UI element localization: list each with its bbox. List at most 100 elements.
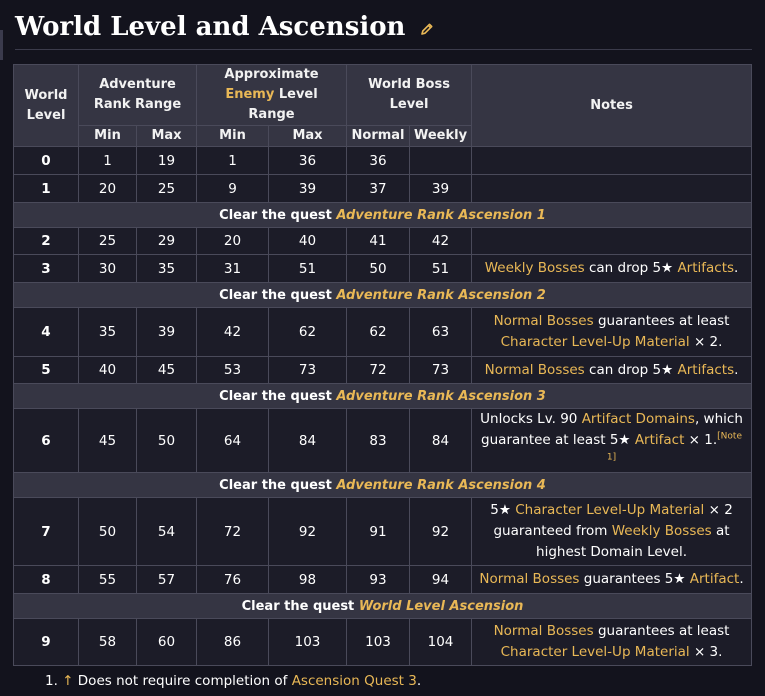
quest-row: Clear the quest Adventure Rank Ascension… xyxy=(12,472,753,498)
wiki-link[interactable]: Normal Bosses xyxy=(479,571,579,587)
quest-cell: Clear the quest Adventure Rank Ascension… xyxy=(12,383,753,409)
table-row: 7 50 54 72 92 91 92 5★ Character Level-Up Mater… xyxy=(13,497,753,566)
quest-link[interactable]: Adventure Rank Ascension 1 xyxy=(336,208,545,223)
notes-cell: Weekly Bosses can drop 5★ Artifacts. xyxy=(471,254,753,283)
table-row: 0 1 19 1 36 36 xyxy=(13,146,753,175)
boss-normal-cell: 62 xyxy=(346,307,411,357)
wiki-link[interactable]: Artifact xyxy=(635,432,685,448)
wiki-link[interactable]: Character Level-Up Material xyxy=(501,334,690,350)
quest-link[interactable]: Adventure Rank Ascension 3 xyxy=(336,389,545,404)
enemy-max-cell: 98 xyxy=(267,565,348,594)
enemy-max-cell: 51 xyxy=(267,254,348,283)
footnote-number: 1. xyxy=(45,673,58,689)
wiki-link[interactable]: Artifacts xyxy=(677,260,734,276)
note-text: guarantees 5★ xyxy=(579,571,690,587)
quest-row: Clear the quest World Level Ascension xyxy=(12,593,753,619)
quest-prefix: Clear the quest xyxy=(219,287,337,303)
header-weekly-link[interactable]: Weekly xyxy=(409,125,473,147)
notes-cell: 5★ Character Level-Up Material × 2 guaran… xyxy=(471,497,753,566)
header-approx-enemy-level: Approximate Enemy Level Range xyxy=(195,64,348,126)
ar-max-cell: 35 xyxy=(136,254,197,283)
note-text: can drop 5★ xyxy=(584,361,678,378)
world-level-cell: 1 xyxy=(13,174,79,203)
note-text: . xyxy=(734,260,739,276)
table-row: 8 55 57 76 98 93 94 Normal Bosses guarantees 5★… xyxy=(13,565,753,594)
world-level-cell: 6 xyxy=(13,408,79,473)
ar-min-cell: 40 xyxy=(78,356,137,384)
wiki-link[interactable]: Weekly Bosses xyxy=(612,523,712,539)
quest-link[interactable]: Adventure Rank Ascension 4 xyxy=(336,478,545,493)
quest-row: Clear the quest Adventure Rank Ascension… xyxy=(12,282,753,308)
wiki-link[interactable]: Normal Bosses xyxy=(494,313,594,329)
header-ar-max: Max xyxy=(136,125,197,147)
ar-min-cell: 55 xyxy=(78,565,137,594)
boss-weekly-cell: 92 xyxy=(409,497,473,566)
note-text: can drop 5★ xyxy=(584,260,678,276)
quest-prefix: Clear the quest xyxy=(219,388,337,404)
enemy-min-cell: 9 xyxy=(196,174,269,203)
wiki-link[interactable]: Normal Bosses xyxy=(485,362,585,378)
note-text: × 2 xyxy=(704,502,733,518)
notes-cell: Normal Bosses guarantees at least Charact… xyxy=(471,618,753,666)
wiki-link[interactable]: Artifact xyxy=(690,571,740,587)
note-text: . xyxy=(734,361,739,378)
enemy-min-cell: 53 xyxy=(196,356,269,384)
ar-max-cell: 19 xyxy=(136,146,197,175)
ar-max-cell: 29 xyxy=(136,227,197,255)
wiki-link[interactable]: Character Level-Up Material xyxy=(515,502,704,518)
boss-weekly-cell: 42 xyxy=(409,227,473,255)
world-level-cell: 3 xyxy=(13,254,79,283)
boss-weekly-cell: 63 xyxy=(409,307,473,357)
quest-link[interactable]: World Level Ascension xyxy=(359,599,524,614)
note-text: guarantees at least xyxy=(593,313,730,329)
wiki-link[interactable]: Artifacts xyxy=(678,362,735,378)
header-enemy-max: Max xyxy=(267,125,348,147)
ar-max-cell: 50 xyxy=(136,408,197,473)
enemy-min-cell: 42 xyxy=(196,307,269,357)
note-text: guarantee at least 5★ xyxy=(481,432,635,448)
enemy-min-cell: 86 xyxy=(196,618,269,666)
notes-cell: Normal Bosses guarantees at least Charact… xyxy=(471,307,753,357)
note-text: highest Domain Level. xyxy=(536,544,688,560)
table-row: 4 35 39 42 62 62 63 Normal Bosses guarantees at… xyxy=(13,307,753,357)
table-row: 1 20 25 9 39 37 39 xyxy=(13,174,753,203)
quest-link[interactable]: Adventure Rank Ascension 2 xyxy=(336,288,545,303)
header-normal-link[interactable]: Normal xyxy=(346,125,411,147)
quest-prefix: Clear the quest xyxy=(219,207,337,223)
table-row: 9 58 60 86 103 103 104 Normal Bosses guarantees… xyxy=(13,618,753,666)
ar-max-cell: 54 xyxy=(136,497,197,566)
enemy-min-cell: 20 xyxy=(196,227,269,255)
enemy-max-cell: 84 xyxy=(267,408,348,473)
world-level-cell: 4 xyxy=(13,307,79,357)
header-notes: Notes xyxy=(471,64,753,147)
enemy-link[interactable]: Enemy xyxy=(225,87,274,102)
header-world-boss-level: World Boss Level xyxy=(346,64,473,126)
world-level-cell: 8 xyxy=(13,565,79,594)
quest-prefix: Clear the quest xyxy=(219,477,337,493)
boss-weekly-cell xyxy=(409,146,473,175)
boss-normal-cell: 83 xyxy=(346,408,411,473)
ar-max-cell: 57 xyxy=(136,565,197,594)
boss-normal-cell: 36 xyxy=(346,146,411,175)
note-text: × 1. xyxy=(684,432,718,448)
boss-normal-cell: 93 xyxy=(346,565,411,594)
ar-min-cell: 30 xyxy=(78,254,137,283)
pencil-icon[interactable] xyxy=(420,22,434,36)
header-row-top: World Level Adventure Rank Range Approxi… xyxy=(13,64,753,147)
enemy-min-cell: 76 xyxy=(196,565,269,594)
note-text: at xyxy=(711,523,730,539)
boss-normal-cell: 50 xyxy=(346,254,411,283)
note-text: guaranteed from xyxy=(493,523,612,539)
table-body: 0 1 19 1 36 36 1 20 25 9 39 37 39 Clear the quest Adv… xyxy=(12,146,753,666)
wiki-link[interactable]: Artifact Domains xyxy=(582,411,695,427)
ar-max-cell: 60 xyxy=(136,618,197,666)
enemy-max-cell: 36 xyxy=(267,146,348,175)
enemy-max-cell: 103 xyxy=(267,618,348,666)
footnote-back-arrow[interactable]: ↑ xyxy=(62,673,73,689)
ascension-quest-3-link[interactable]: Ascension Quest 3 xyxy=(292,673,417,689)
ar-min-cell: 50 xyxy=(78,497,137,566)
wiki-link[interactable]: Weekly Bosses xyxy=(485,260,585,276)
note-text: × 3. xyxy=(689,644,723,660)
wiki-link[interactable]: Character Level-Up Material xyxy=(501,644,690,660)
wiki-link[interactable]: Normal Bosses xyxy=(494,623,594,639)
